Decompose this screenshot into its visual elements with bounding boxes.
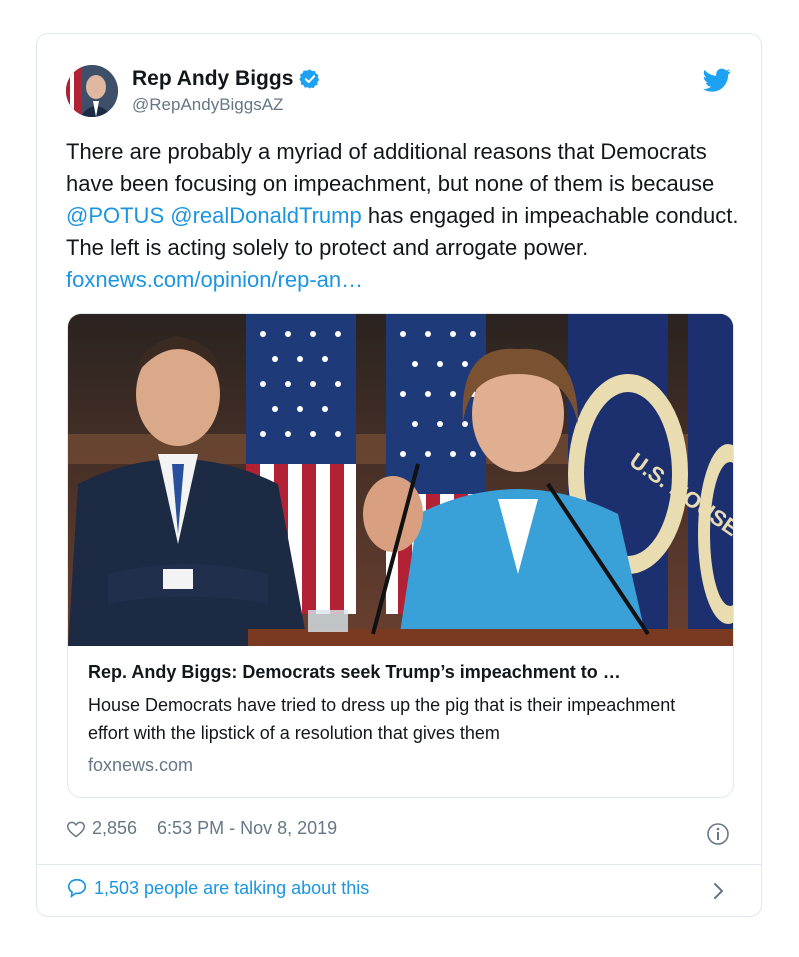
author-handle[interactable]: @RepAndyBiggsAZ xyxy=(132,95,283,115)
twitter-bird-icon[interactable] xyxy=(703,66,731,94)
link-card-domain: foxnews.com xyxy=(88,755,194,775)
heart-icon[interactable] xyxy=(66,819,86,839)
article-link[interactable]: foxnews.com/opinion/rep-an… xyxy=(66,267,363,292)
tweet-timestamp[interactable]: 6:53 PM - Nov 8, 2019 xyxy=(157,818,337,839)
footer-divider xyxy=(37,864,761,865)
link-card-meta: Rep. Andy Biggs: Democrats seek Trump’s … xyxy=(88,662,718,776)
conversation-link[interactable]: 1,503 people are talking about this xyxy=(66,877,369,899)
article-photo[interactable]: U.S. HOUSE OF xyxy=(68,314,734,646)
tweet-meta-row: 2,856 6:53 PM - Nov 8, 2019 xyxy=(66,818,337,839)
verified-badge-icon xyxy=(299,69,320,89)
author-display-name[interactable]: Rep Andy Biggs xyxy=(132,67,293,91)
like-count[interactable]: 2,856 xyxy=(92,818,137,839)
author-name-row: Rep Andy Biggs xyxy=(132,67,321,91)
tweet-embed-card: Rep Andy Biggs @RepAndyBiggsAZ There are… xyxy=(36,33,762,917)
info-icon[interactable] xyxy=(706,822,730,846)
link-card-title[interactable]: Rep. Andy Biggs: Democrats seek Trump’s … xyxy=(88,662,718,683)
talking-count-text[interactable]: 1,503 people are talking about this xyxy=(94,878,369,899)
mention-potus-link[interactable]: @POTUS xyxy=(66,203,164,228)
avatar[interactable] xyxy=(66,65,118,117)
link-preview-card[interactable]: U.S. HOUSE OF Rep. Andy Biggs: Democrats… xyxy=(67,313,734,798)
chevron-right-icon[interactable] xyxy=(711,879,727,903)
tweet-text: There are probably a myriad of additiona… xyxy=(66,136,741,296)
tweet-text-part-1: There are probably a myriad of additiona… xyxy=(66,139,715,196)
link-card-description: House Democrats have tried to dress up t… xyxy=(88,695,676,743)
mention-realdonaldtrump-link[interactable]: @realDonaldTrump xyxy=(170,203,361,228)
speech-bubble-icon xyxy=(67,878,87,899)
